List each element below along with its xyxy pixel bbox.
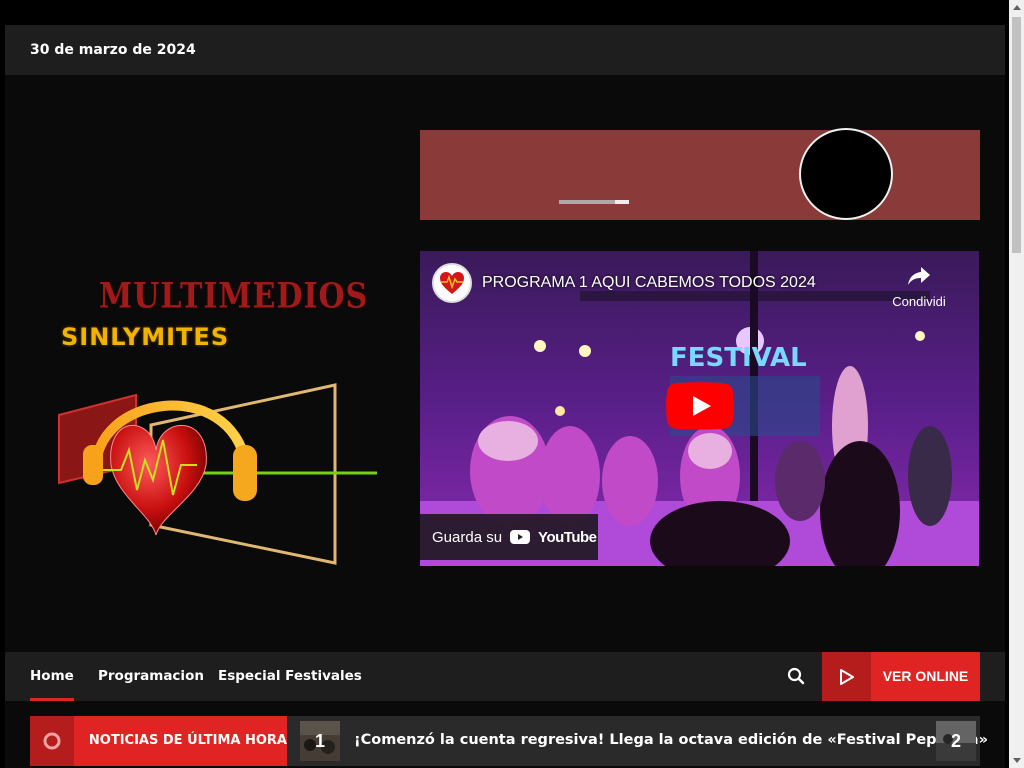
share-button[interactable]: Condividi xyxy=(879,265,959,309)
search-icon xyxy=(787,667,805,685)
scroll-down-arrow-icon[interactable] xyxy=(1009,753,1024,768)
news-headline[interactable]: ¡Comenzó la cuenta regresiva! Llega la o… xyxy=(354,716,988,764)
site-header: MULTIMEDIOS SINLYMITES FESTIVAL PROGRAMA… xyxy=(5,75,1005,652)
live-indicator xyxy=(30,716,74,766)
ver-online-label: VER ONLINE xyxy=(882,668,969,684)
watch-on-label: Guarda su xyxy=(432,528,503,546)
logo-text-sinlymites: SINLYMITES xyxy=(61,323,230,351)
heart-logo-icon xyxy=(440,272,464,294)
news-thumbnail[interactable]: 2 xyxy=(936,721,976,761)
player-progress-bar[interactable] xyxy=(559,200,629,204)
current-date: 30 de marzo de 2024 xyxy=(30,42,196,58)
radio-player xyxy=(420,128,980,220)
scrollbar-thumb[interactable] xyxy=(1012,17,1021,253)
youtube-embed[interactable]: FESTIVAL PROGRAMA 1 AQUI CABEMOS TODOS 2… xyxy=(420,251,979,566)
channel-avatar[interactable] xyxy=(432,263,472,303)
ver-online-button[interactable]: VER ONLINE xyxy=(822,652,980,701)
news-index: 1 xyxy=(300,721,340,761)
news-thumbnail[interactable]: 1 xyxy=(300,721,340,761)
player-cover-disc[interactable] xyxy=(799,128,893,220)
video-title[interactable]: PROGRAMA 1 AQUI CABEMOS TODOS 2024 xyxy=(482,274,816,292)
breaking-news-ticker: NOTICIAS DE ÚLTIMA HORA 1 ¡Comenzó la cu… xyxy=(30,716,988,766)
watch-on-youtube-button[interactable]: Guarda su YouTube xyxy=(420,514,598,560)
share-icon xyxy=(908,267,930,285)
breaking-news-badge: NOTICIAS DE ÚLTIMA HORA xyxy=(30,716,287,766)
main-navigation: Home Programacion Especial Festivales VE… xyxy=(5,652,1005,701)
nav-item-especial-festivales[interactable]: Especial Festivales xyxy=(218,652,362,701)
player-progress-fill xyxy=(615,200,629,204)
breaking-news-label: NOTICIAS DE ÚLTIMA HORA xyxy=(88,733,287,748)
youtube-play-icon xyxy=(666,382,734,430)
top-bar: 30 de marzo de 2024 xyxy=(5,25,1005,75)
live-dot-icon xyxy=(43,732,61,750)
share-label: Condividi xyxy=(892,294,946,309)
page: 30 de marzo de 2024 MULTIMEDIOS SINLYMIT… xyxy=(5,25,1005,768)
play-icon-box xyxy=(822,652,871,701)
heart-headphones-icon xyxy=(58,383,377,565)
news-index: 2 xyxy=(936,721,976,761)
stage-sign-text: FESTIVAL xyxy=(670,343,807,373)
nav-item-home[interactable]: Home xyxy=(30,652,74,701)
youtube-wordmark: YouTube xyxy=(538,528,597,546)
site-logo[interactable]: MULTIMEDIOS SINLYMITES xyxy=(51,275,381,575)
page-scrollbar[interactable] xyxy=(1009,0,1024,768)
nav-item-programacion[interactable]: Programacion xyxy=(98,652,204,701)
play-icon xyxy=(839,668,854,685)
logo-text-multimedios: MULTIMEDIOS xyxy=(99,276,369,317)
scroll-up-arrow-icon[interactable] xyxy=(1009,0,1024,15)
play-button[interactable] xyxy=(666,382,734,430)
youtube-logo-icon xyxy=(510,530,531,544)
search-button[interactable] xyxy=(787,667,805,685)
